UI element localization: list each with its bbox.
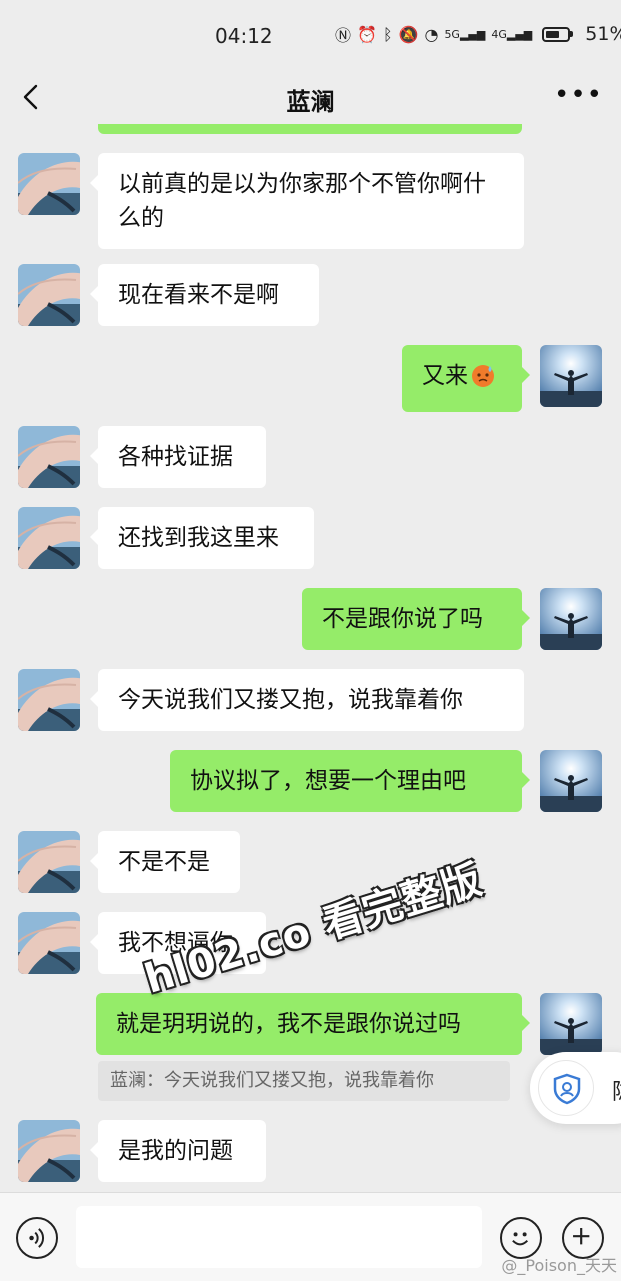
alarm-icon: ⏰ — [357, 24, 377, 44]
message-text: 是我的问题 — [118, 1138, 233, 1164]
weibo-watermark: @_Poison_天天 — [501, 1256, 617, 1275]
contact-avatar[interactable] — [18, 153, 80, 215]
signal-5g-icon: 5G▂▄▆ — [444, 27, 486, 41]
floating-privacy-button[interactable]: 隐 — [530, 1052, 621, 1124]
message-row-incoming: 现在看来不是啊 — [0, 264, 621, 326]
message-bubble[interactable]: 还找到我这里来 — [90, 507, 314, 569]
message-text: 以前真的是以为你家那个不管你啊什么的 — [118, 171, 486, 231]
quoted-message[interactable]: 蓝澜：今天说我们又搂又抱，说我靠着你 — [98, 1061, 510, 1101]
sweat-emoji-icon — [470, 362, 496, 398]
battery-percent: 51% — [585, 23, 621, 45]
my-avatar[interactable] — [540, 750, 602, 812]
contact-avatar[interactable] — [18, 507, 80, 569]
message-text: 不是跟你说了吗 — [322, 606, 483, 632]
my-avatar[interactable] — [540, 345, 602, 407]
message-row-incoming: 今天说我们又搂又抱，说我靠着你 — [0, 669, 621, 731]
nfc-icon: Ⓝ — [335, 26, 352, 45]
message-text: 协议拟了，想要一个理由吧 — [190, 768, 466, 794]
message-bubble[interactable]: 各种找证据 — [90, 426, 266, 488]
mute-icon: 🔕 — [398, 24, 419, 44]
more-icon[interactable]: ••• — [554, 80, 603, 110]
message-text: 各种找证据 — [118, 444, 233, 470]
message-text: 还找到我这里来 — [118, 525, 279, 551]
contact-avatar[interactable] — [18, 831, 80, 893]
contact-avatar[interactable] — [18, 1120, 80, 1182]
message-row-outgoing: 不是跟你说了吗 — [0, 588, 621, 650]
message-row-incoming: 还找到我这里来 — [0, 507, 621, 569]
message-text: 不是不是 — [118, 849, 210, 875]
message-row-incoming: 不是不是 — [0, 831, 621, 893]
shield-icon — [538, 1060, 594, 1116]
chat-title: 蓝澜 — [286, 88, 335, 116]
my-avatar[interactable] — [540, 588, 602, 650]
contact-avatar[interactable] — [18, 669, 80, 731]
message-row-incoming: 各种找证据 — [0, 426, 621, 488]
contact-avatar[interactable] — [18, 912, 80, 974]
message-bubble[interactable]: 是我的问题 — [90, 1120, 266, 1182]
message-bubble[interactable]: 不是不是 — [90, 831, 240, 893]
message-text: 又来 — [422, 363, 468, 389]
floating-label: 隐 — [612, 1074, 621, 1106]
message-row-incoming: 以前真的是以为你家那个不管你啊什么的 — [0, 153, 621, 249]
message-text: 现在看来不是啊 — [118, 282, 279, 308]
message-row-outgoing: 协议拟了，想要一个理由吧 — [0, 750, 621, 812]
message-bubble[interactable]: 今天说我们又搂又抱，说我靠着你 — [90, 669, 524, 731]
chat-header: 蓝澜 ••• — [0, 70, 621, 128]
status-icons: Ⓝ ⏰ ᛒ 🔕 ◔ 5G▂▄▆ 4G▂▄▆ 51% — [335, 22, 621, 46]
message-input[interactable] — [76, 1206, 482, 1268]
message-row-incoming: 是我的问题 — [0, 1120, 621, 1182]
contact-avatar[interactable] — [18, 264, 80, 326]
contact-avatar[interactable] — [18, 426, 80, 488]
message-bubble[interactable]: 协议拟了，想要一个理由吧 — [170, 750, 530, 812]
wifi-icon: ◔ — [424, 24, 439, 44]
message-bubble[interactable]: 现在看来不是啊 — [90, 264, 319, 326]
my-avatar[interactable] — [540, 993, 602, 1055]
status-time: 04:12 — [215, 24, 273, 48]
message-bubble[interactable]: 以前真的是以为你家那个不管你啊什么的 — [90, 153, 524, 249]
signal-4g-icon: 4G▂▄▆ — [491, 27, 533, 41]
message-bubble[interactable]: 不是跟你说了吗 — [302, 588, 530, 650]
message-text: 就是玥玥说的，我不是跟你说过吗 — [116, 1011, 461, 1037]
battery-icon — [542, 26, 571, 42]
message-row-outgoing: 又来 — [0, 345, 621, 412]
status-bar: 04:12 Ⓝ ⏰ ᛒ 🔕 ◔ 5G▂▄▆ 4G▂▄▆ 51% — [0, 0, 621, 70]
message-bubble[interactable]: 又来 — [402, 345, 530, 412]
message-text: 今天说我们又搂又抱，说我靠着你 — [118, 687, 463, 713]
previous-bubble-edge — [98, 124, 522, 134]
voice-icon[interactable] — [16, 1217, 58, 1259]
message-row-outgoing: 就是玥玥说的，我不是跟你说过吗 — [0, 993, 621, 1055]
bluetooth-icon: ᛒ — [382, 24, 393, 44]
